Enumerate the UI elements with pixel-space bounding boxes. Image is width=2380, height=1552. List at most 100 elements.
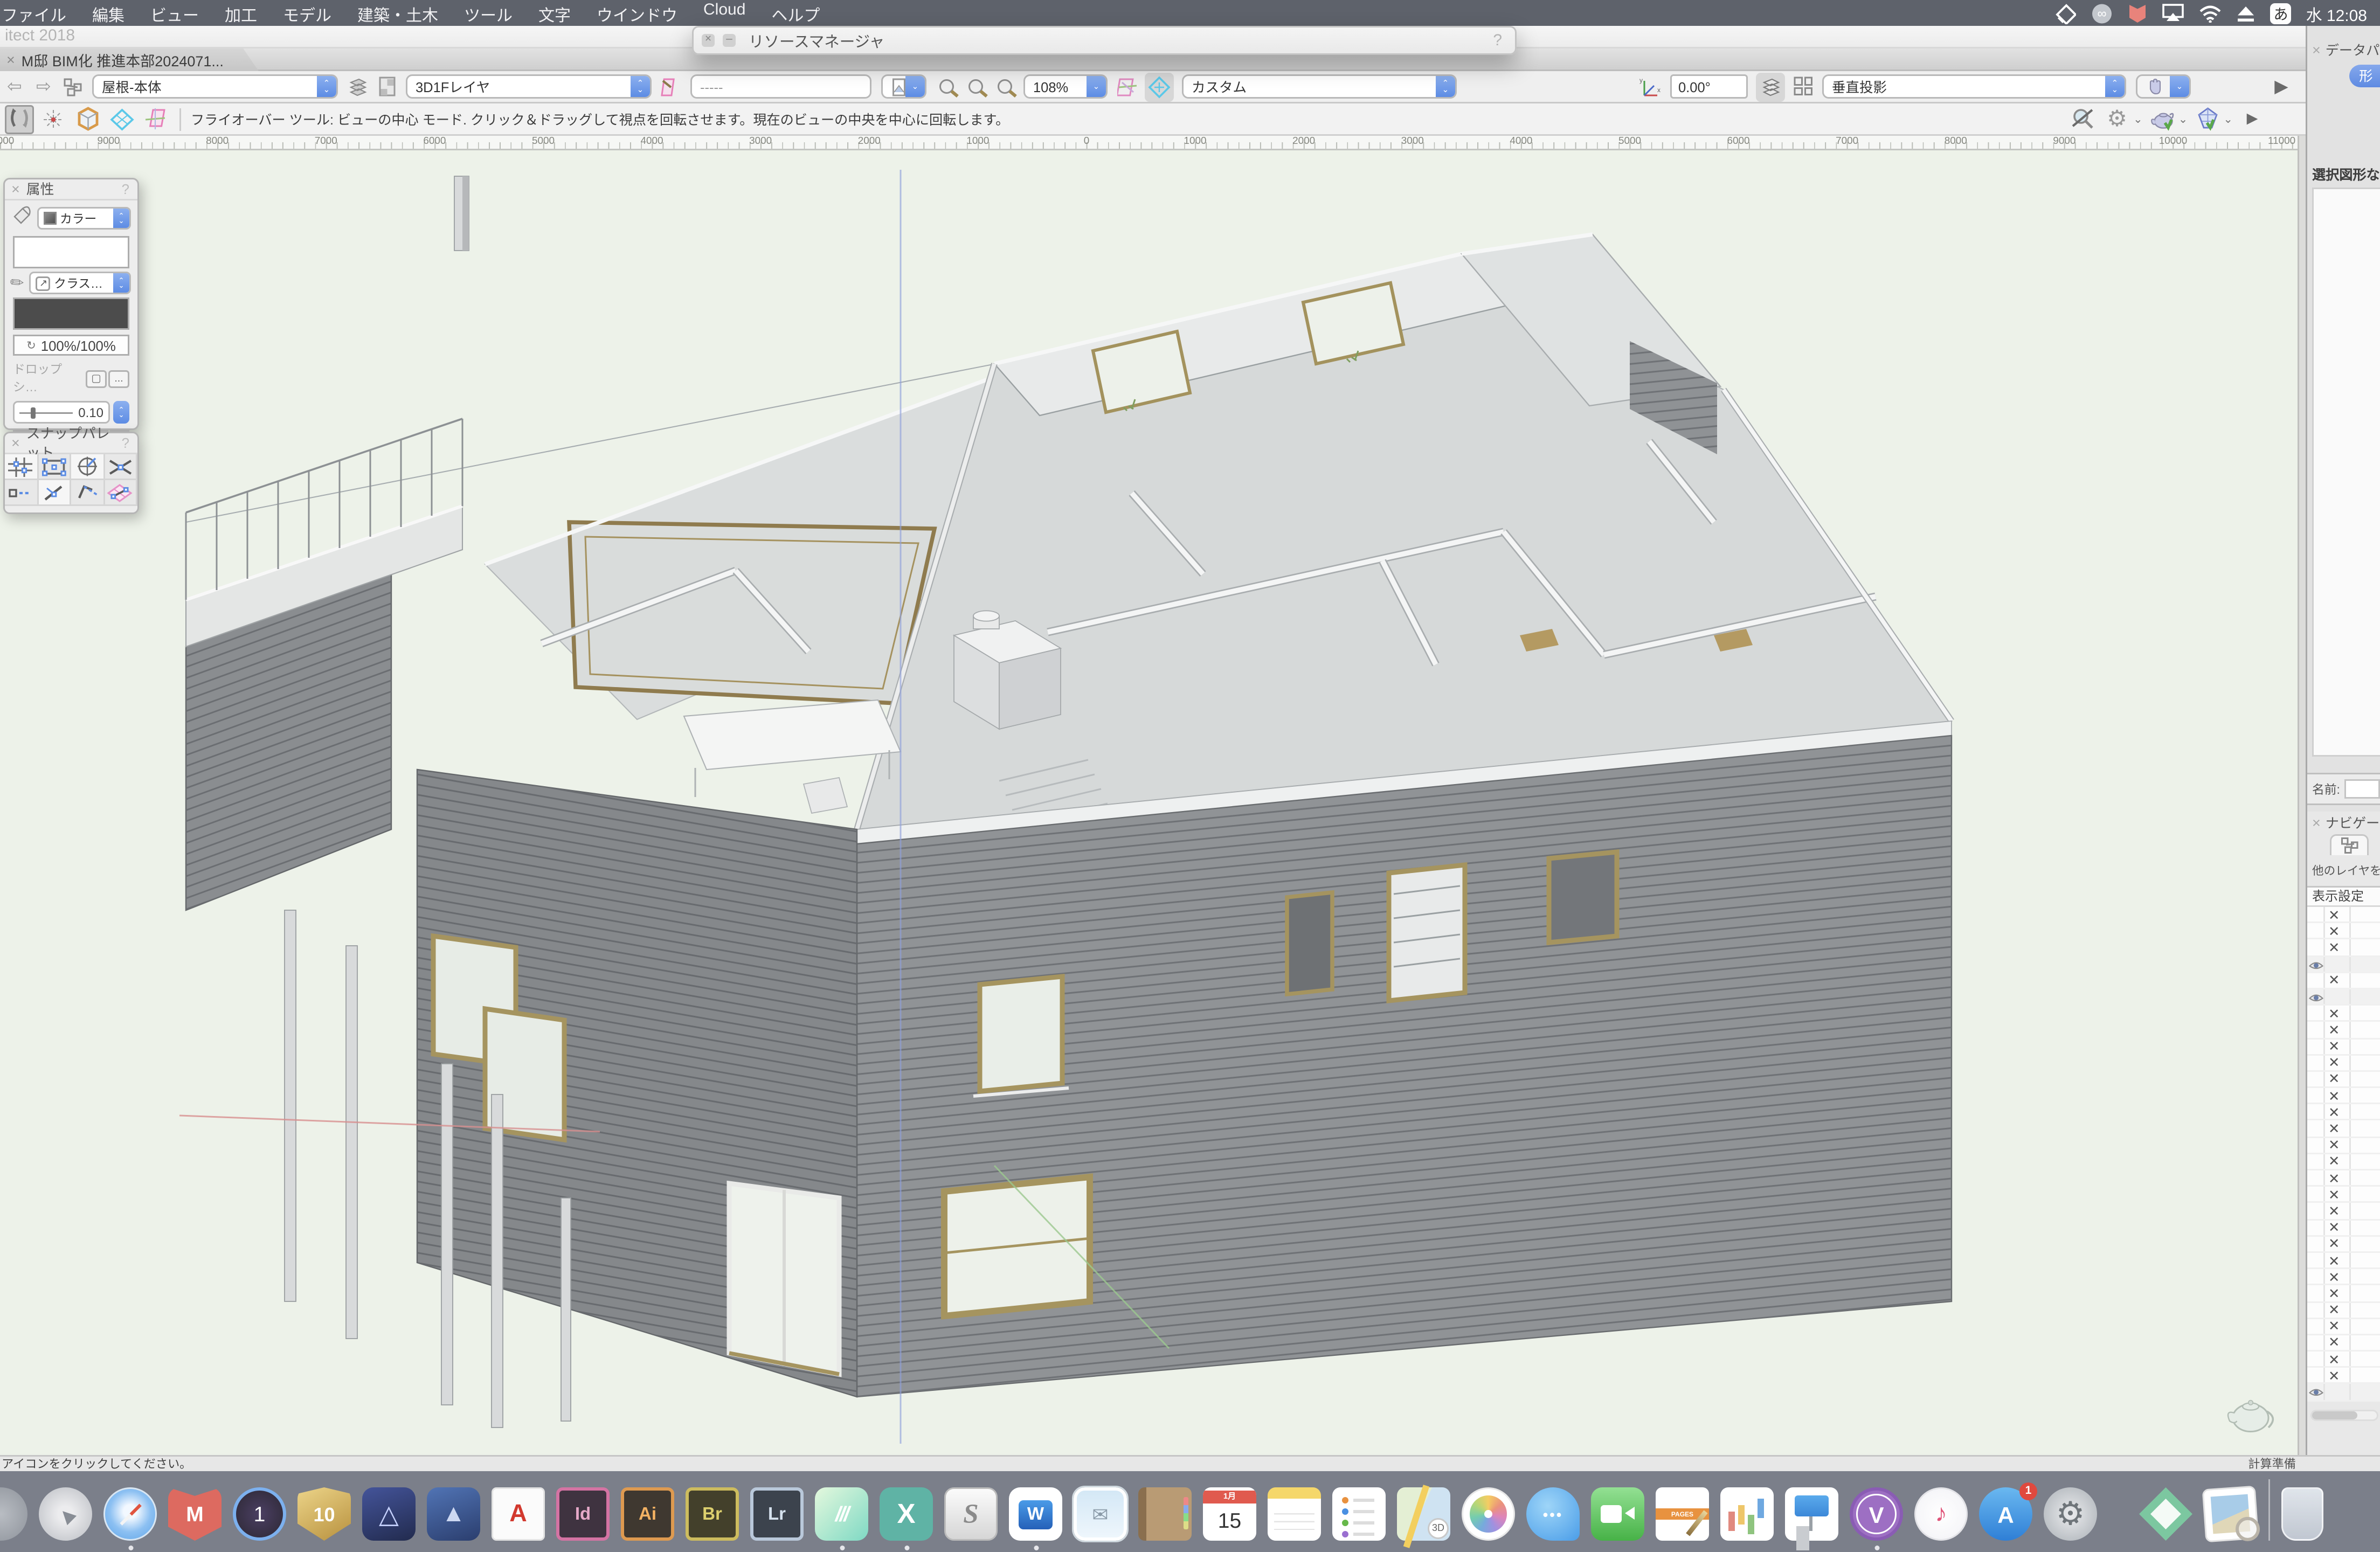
navigation-palette-header[interactable]: × ナビゲーシ [2307, 812, 2380, 833]
line-type-dropdown[interactable]: ----- [690, 74, 871, 99]
line-weight-slider[interactable]: 0.10 [13, 401, 110, 424]
help-icon[interactable]: ? [122, 435, 129, 451]
opacity-button[interactable]: ↻ 100%/100% [13, 335, 129, 356]
layer-options-icon[interactable] [1756, 72, 1785, 101]
grid-snap-icon[interactable] [5, 454, 38, 480]
dock-app-scrivener[interactable]: S [944, 1487, 998, 1541]
dock-app-maps[interactable]: 3D [1397, 1487, 1450, 1541]
wifi-icon[interactable] [2199, 3, 2222, 24]
distance-snap-icon[interactable] [5, 480, 38, 506]
menu-item-3[interactable]: 加工 [212, 1, 270, 25]
stepper-icon[interactable]: ⌃⌄ [113, 273, 129, 293]
close-icon[interactable]: × [11, 435, 20, 451]
tangent-snap-icon[interactable] [38, 480, 72, 506]
layer-row-29[interactable] [2307, 1384, 2380, 1401]
microsoft-word-icon[interactable]: W [1009, 1487, 1062, 1541]
layer-row-4[interactable]: ✕ [2307, 973, 2380, 989]
layer-row-14[interactable]: ✕ [2307, 1138, 2380, 1154]
resource-manager-window[interactable]: × – リソースマネージャ ? [692, 26, 1517, 55]
no-magnify-icon[interactable] [2068, 105, 2098, 134]
layer-row-15[interactable]: ✕ [2307, 1154, 2380, 1170]
layer-row-18[interactable]: ✕ [2307, 1203, 2380, 1220]
calendar-icon[interactable]: 1月15 [1203, 1487, 1256, 1541]
layer-row-24[interactable]: ✕ [2307, 1302, 2380, 1319]
render-mode-teapot-icon[interactable] [2148, 105, 2177, 134]
vectorworks-icon[interactable]: V [1850, 1487, 1903, 1541]
app-store-icon[interactable]: A1 [1979, 1487, 2032, 1541]
app-partial-icon[interactable] [0, 1487, 27, 1541]
snap-palette-header[interactable]: × スナップパレット ? [5, 433, 137, 454]
mcafee-icon[interactable]: M [168, 1487, 222, 1541]
unified-view-icon[interactable] [1145, 72, 1174, 101]
dock-app-teallines[interactable]: /// [815, 1487, 868, 1541]
scrivener-icon[interactable]: S [944, 1487, 998, 1541]
dock-app-messages[interactable]: ••• [1526, 1487, 1580, 1541]
preview-icon[interactable] [2202, 1486, 2259, 1543]
eject-icon[interactable] [2237, 3, 2256, 24]
working-plane-mode-icon[interactable] [107, 105, 136, 134]
dock-app-affphoto[interactable]: △ [362, 1487, 416, 1541]
help-icon[interactable]: ? [122, 181, 129, 197]
shape-tab[interactable]: 形 [2349, 65, 2380, 87]
dock-app-lightroom[interactable]: Lr [750, 1487, 804, 1541]
class-hierarchy-icon[interactable] [61, 75, 84, 98]
dock-app-keynote[interactable] [1785, 1487, 1838, 1541]
dock-app-notes[interactable] [1268, 1487, 1321, 1541]
dock-app-illustrator[interactable]: Ai [621, 1487, 674, 1541]
dock-app-mcafee[interactable]: M [168, 1487, 222, 1541]
model-canvas[interactable] [0, 150, 2298, 1455]
stepper-icon[interactable]: ⌃⌄ [113, 401, 129, 424]
reminders-icon[interactable] [1332, 1487, 1386, 1541]
mcafee-icon[interactable] [2128, 3, 2148, 24]
render-settings-gear-icon[interactable]: ⚙ [2102, 105, 2132, 134]
canvas-scrollbar[interactable] [2298, 136, 2306, 1455]
menu-item-6[interactable]: ツール [451, 1, 525, 25]
facetime-icon[interactable] [1591, 1487, 1644, 1541]
dock-app-word[interactable]: W [1009, 1487, 1062, 1541]
nav-horizontal-scrollbar[interactable] [2310, 1410, 2378, 1421]
layer-row-27[interactable]: ✕ [2307, 1352, 2380, 1368]
menu-item-10[interactable]: ヘルプ [758, 1, 833, 25]
sheet-dropdown[interactable]: ⌄ [881, 74, 926, 99]
viewport-grid-icon[interactable] [1791, 75, 1814, 98]
adobe-lightroom-icon[interactable]: Lr [750, 1487, 804, 1541]
dock-app-sysprefs[interactable]: ⚙ [2044, 1487, 2097, 1541]
fill-style-dropdown[interactable]: カラー ⌃⌄ [37, 207, 131, 230]
affinity-cone-icon[interactable]: ▲ [427, 1487, 480, 1541]
layer-row-19[interactable]: ✕ [2307, 1220, 2380, 1237]
modebar-overflow-icon[interactable]: ▶ [2238, 105, 2267, 134]
dock-app-launchpad[interactable]: ▲ [39, 1487, 92, 1541]
forward-arrow-icon[interactable]: ⇨ [32, 75, 55, 98]
adobe-indesign-icon[interactable]: Id [556, 1487, 610, 1541]
intersection-snap-icon[interactable] [105, 454, 138, 480]
affinity-photo-icon[interactable]: △ [362, 1487, 416, 1541]
saved-view-dropdown[interactable]: カスタム ⌃⌄ [1182, 74, 1457, 99]
dock-app-photos[interactable] [1462, 1487, 1515, 1541]
layer-row-3[interactable] [2307, 957, 2380, 973]
eye-icon[interactable] [2309, 993, 2323, 1004]
fill-preview[interactable] [13, 236, 129, 268]
dock-app-pages[interactable]: PAGES [1656, 1487, 1709, 1541]
mail-icon[interactable]: ✉ [1074, 1487, 1127, 1541]
close-icon[interactable]: × [2312, 41, 2321, 58]
dock-app-numbers[interactable] [1720, 1487, 1774, 1541]
name-input[interactable] [2345, 779, 2380, 799]
dock-app-appstore[interactable]: A1 [1979, 1487, 2032, 1541]
dock-app-safari[interactable] [103, 1487, 157, 1541]
close-icon[interactable]: × [11, 181, 20, 197]
dock-app-partial[interactable] [0, 1487, 27, 1541]
dock-app-preview[interactable] [2204, 1487, 2257, 1541]
tab-close-icon[interactable]: × [6, 52, 15, 68]
active-layer-dropdown[interactable]: 3D1Fレイヤ ⌃⌄ [406, 74, 652, 99]
menu-item-2[interactable]: ビュー [137, 1, 212, 25]
green-diamond-notebook-icon[interactable] [2139, 1487, 2192, 1541]
projection-dropdown[interactable]: 垂直投影 ⌃⌄ [1822, 74, 2126, 99]
maps-icon[interactable]: 3D [1397, 1487, 1450, 1541]
layer-row-13[interactable]: ✕ [2307, 1121, 2380, 1138]
attributes-palette-header[interactable]: × 属性 ? [5, 179, 137, 200]
ground-plane-mode-icon[interactable] [141, 105, 170, 134]
dock-app-trash[interactable] [2281, 1487, 2323, 1541]
fit-objects-zoom-icon[interactable] [964, 75, 986, 98]
adobe-acrobat-icon[interactable]: A [492, 1487, 545, 1541]
dock-app-shield10[interactable]: 10 [298, 1487, 351, 1541]
